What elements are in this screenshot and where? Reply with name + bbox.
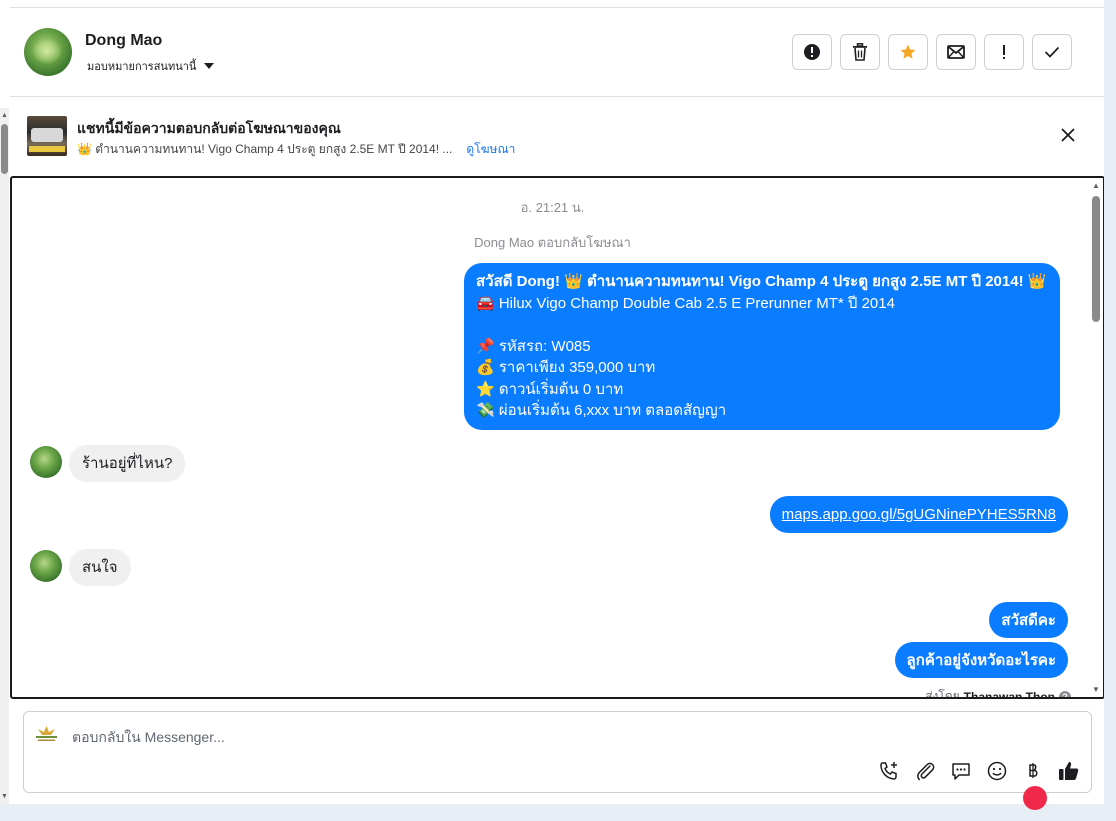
outgoing-message[interactable]: ลูกค้าอยู่จังหวัดอะไรคะ	[894, 642, 1068, 678]
scrollbar-thumb[interactable]	[1092, 196, 1100, 322]
scroll-up-arrow-icon[interactable]: ▲	[1092, 181, 1100, 190]
caret-down-icon	[204, 63, 215, 69]
sent-by-name: Thanawan Thon	[963, 689, 1055, 699]
thread-scrollbar[interactable]: ▲ ▼	[1089, 178, 1103, 697]
sent-by-prefix: ส่งโดย	[925, 689, 960, 699]
ad-thumbnail[interactable]	[27, 116, 67, 156]
ad-message-line: 💸 ผ่อนเริ่มต้น 6,xxx บาท ตลอดสัญญา	[476, 402, 727, 419]
outgoing-ad-message[interactable]: สวัสดี Dong! 👑 ตำนานความทนทาน! Vigo Cham…	[464, 263, 1060, 430]
assign-conversation-dropdown[interactable]: มอบหมายการสนทนานี้	[87, 57, 215, 75]
report-button[interactable]	[792, 34, 832, 70]
delete-button[interactable]	[840, 34, 880, 70]
done-button[interactable]	[1032, 34, 1072, 70]
baht-icon[interactable]	[1021, 759, 1047, 810]
assign-label: มอบหมายการสนทนานี้	[87, 61, 197, 73]
alert-circle-icon	[804, 44, 820, 60]
trash-icon	[853, 43, 867, 61]
contact-avatar[interactable]	[24, 28, 72, 76]
sent-by-label: ส่งโดย Thanawan Thon ?	[925, 687, 1071, 699]
ad-message-line: สวัสดี Dong! 👑 ตำนานความทนทาน! Vigo Cham…	[476, 273, 1047, 290]
scroll-down-arrow-icon[interactable]: ▼	[1092, 685, 1100, 694]
close-icon[interactable]	[1059, 126, 1077, 144]
help-icon[interactable]: ?	[1059, 690, 1071, 697]
reply-composer[interactable]: ตอบกลับใน Messenger...	[23, 711, 1092, 810]
ad-message-line: ⭐ ดาวน์เริ่มต้น 0 บาท	[476, 380, 624, 398]
scroll-up-arrow-icon[interactable]: ▲	[1, 112, 8, 119]
emoji-icon[interactable]	[985, 759, 1009, 783]
star-icon	[900, 44, 916, 59]
outgoing-message[interactable]: สวัสดีคะ	[989, 602, 1068, 638]
exclamation-icon	[1003, 45, 1005, 59]
phone-add-icon[interactable]	[877, 759, 901, 783]
thumbs-up-icon[interactable]	[1057, 759, 1081, 783]
scrollbar-thumb[interactable]	[1, 124, 8, 174]
mark-unread-button[interactable]	[936, 34, 976, 70]
paperclip-icon[interactable]	[913, 759, 937, 783]
envelope-icon	[947, 45, 965, 59]
follow-up-button[interactable]	[984, 34, 1024, 70]
inbox-conversation-panel: Dong Mao มอบหมายการสนทนานี้ แชทนี้มีข้อค…	[0, 0, 1105, 810]
check-icon	[1044, 46, 1060, 58]
ad-message-line: 💰 ราคาเพียง 359,000 บาท	[476, 359, 656, 376]
reply-input[interactable]: ตอบกลับใน Messenger...	[72, 727, 225, 749]
incoming-message[interactable]: สนใจ	[69, 549, 131, 586]
map-link-message[interactable]: maps.app.goo.gl/5gUGNinePYHES5RN8	[769, 496, 1068, 533]
ad-message-line	[476, 314, 1048, 336]
message-timestamp: อ. 21:21 น.	[520, 200, 585, 215]
saved-reply-icon[interactable]	[949, 759, 973, 783]
ad-banner-title: แชทนี้มีข้อความตอบกลับต่อโฆษณาของคุณ	[77, 120, 341, 136]
ad-banner-subtitle: 👑 ตำนานความทนทาน! Vigo Champ 4 ประตู ยกส…	[77, 142, 453, 156]
notification-dot	[1023, 786, 1047, 810]
incoming-message[interactable]: ร้านอยู่ที่ไหน?	[69, 445, 186, 482]
contact-avatar-small[interactable]	[30, 550, 62, 582]
conversation-header: Dong Mao มอบหมายการสนทนานี้	[10, 8, 1104, 97]
message-thread[interactable]: อ. 21:21 น. Dong Mao ตอบกลับโฆษณา สวัสดี…	[10, 176, 1105, 699]
contact-avatar-small[interactable]	[30, 446, 62, 478]
composer-toolbar	[877, 759, 1081, 810]
ad-reply-banner: แชทนี้มีข้อความตอบกลับต่อโฆษณาของคุณ 👑 ต…	[10, 98, 1104, 174]
star-button[interactable]	[888, 34, 928, 70]
window-edge	[1104, 0, 1116, 821]
page-logo-icon	[33, 724, 60, 744]
ad-message-line: 📌 รหัสรถ: W085	[476, 337, 591, 355]
ad-banner-subtitle-row: 👑 ตำนานความทนทาน! Vigo Champ 4 ประตู ยกส…	[77, 140, 515, 159]
view-ad-link[interactable]: ดูโฆษณา	[466, 140, 515, 159]
contact-name[interactable]: Dong Mao	[85, 32, 162, 50]
scroll-down-arrow-icon[interactable]: ▼	[1, 793, 8, 800]
ad-reply-note: Dong Mao ตอบกลับโฆษณา	[474, 235, 631, 250]
ad-message-line: 🚘 Hilux Vigo Champ Double Cab 2.5 E Prer…	[476, 294, 895, 312]
page-scrollbar[interactable]: ▲ ▼	[0, 108, 9, 804]
